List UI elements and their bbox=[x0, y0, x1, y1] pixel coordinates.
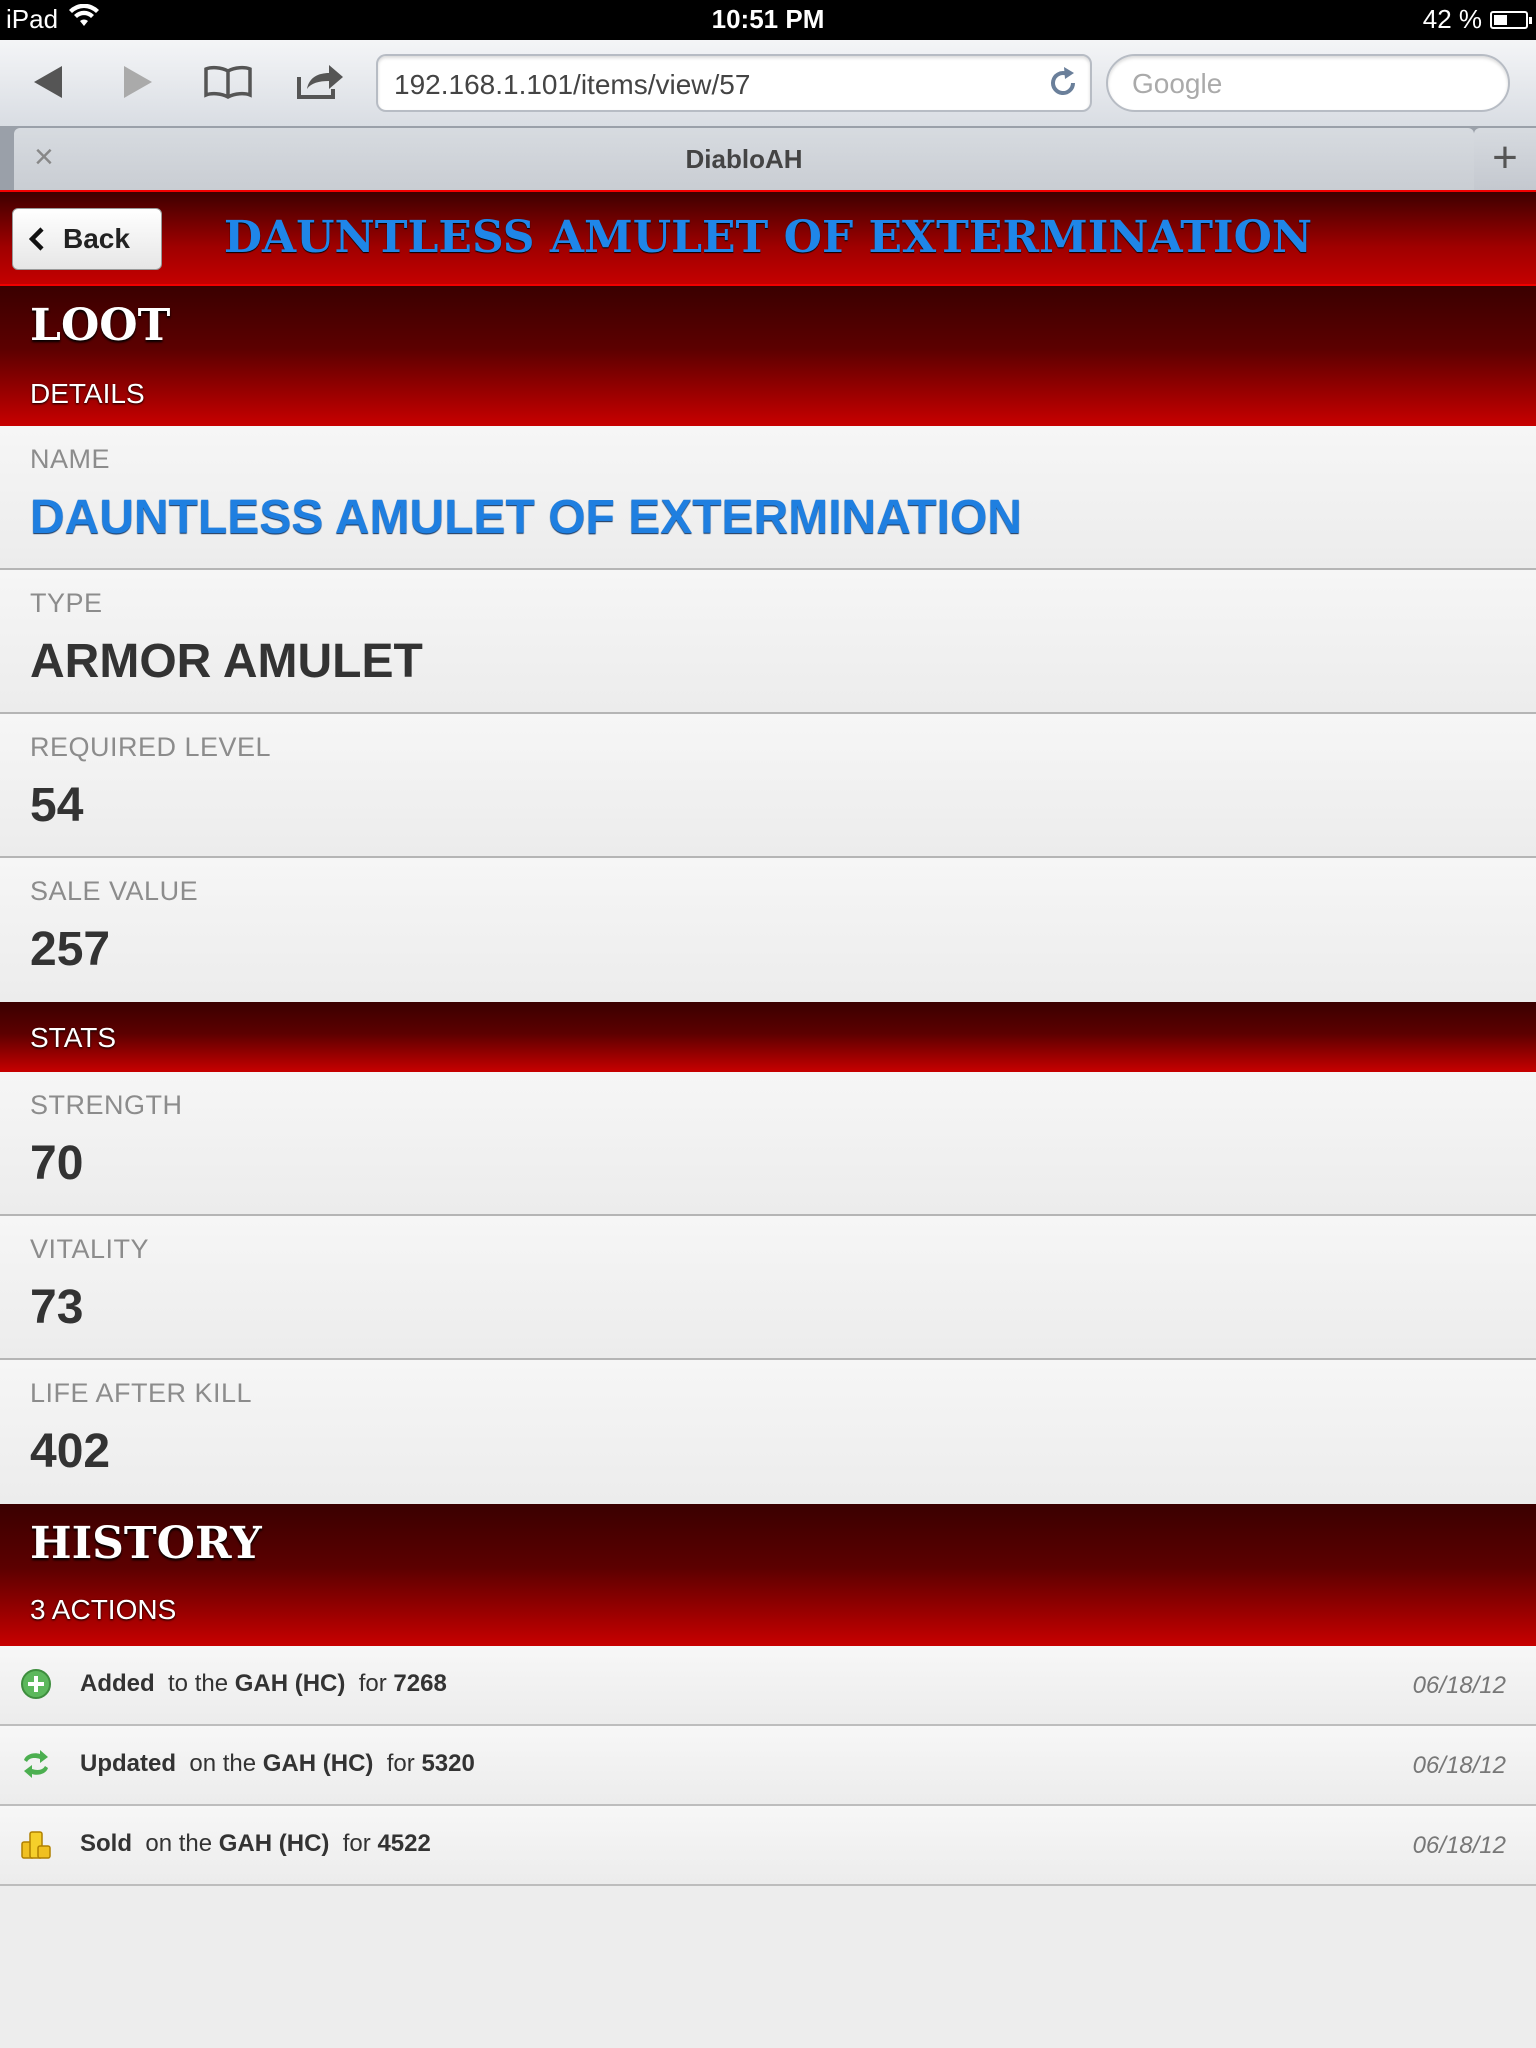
history-section-header: HISTORY 3 ACTIONS bbox=[0, 1504, 1536, 1646]
history-subtitle: 3 ACTIONS bbox=[30, 1594, 177, 1625]
stat-row-vitality: VITALITY 73 bbox=[0, 1216, 1536, 1360]
status-bar: iPad 10:51 PM 42 % bbox=[0, 0, 1536, 40]
page-header: Back DAUNTLESS AMULET OF EXTERMINATION bbox=[0, 190, 1536, 286]
back-arrow-icon bbox=[34, 66, 62, 98]
field-value: 402 bbox=[30, 1425, 111, 1478]
tab-bar: × DiabloAH + bbox=[0, 126, 1536, 190]
field-label: VITALITY bbox=[30, 1234, 150, 1264]
new-tab-button[interactable]: + bbox=[1474, 128, 1536, 190]
gold-coins-icon bbox=[20, 1828, 52, 1860]
url-text: 192.168.1.101/items/view/57 bbox=[394, 69, 751, 100]
field-value: 257 bbox=[30, 923, 111, 976]
field-label: LIFE AFTER KILL bbox=[30, 1378, 253, 1408]
forward-arrow-button[interactable] bbox=[108, 58, 168, 106]
field-value: 54 bbox=[30, 779, 84, 832]
status-right: 42 % bbox=[1422, 4, 1532, 35]
add-icon bbox=[20, 1668, 52, 1700]
detail-row-type: TYPE ARMOR AMULET bbox=[0, 570, 1536, 714]
stat-row-life-after-kill: LIFE AFTER KILL 402 bbox=[0, 1360, 1536, 1504]
detail-row-sale-value: SALE VALUE 257 bbox=[0, 858, 1536, 1002]
item-name-value: DAUNTLESS AMULET OF EXTERMINATION bbox=[30, 491, 1022, 544]
field-value: 70 bbox=[30, 1137, 84, 1190]
history-date: 06/18/12 bbox=[1412, 1752, 1506, 1779]
field-value: 73 bbox=[30, 1281, 84, 1334]
forward-arrow-icon bbox=[124, 66, 152, 98]
history-date: 06/18/12 bbox=[1412, 1672, 1506, 1699]
history-item: Sold on the GAH (HC) for 4522 06/18/12 bbox=[0, 1806, 1536, 1886]
history-text: Sold on the GAH (HC) for 4522 bbox=[80, 1830, 431, 1857]
stats-section-header: STATS bbox=[0, 1002, 1536, 1072]
battery-fill bbox=[1494, 14, 1507, 25]
status-time: 10:51 PM bbox=[711, 4, 825, 34]
update-icon bbox=[20, 1748, 52, 1780]
field-value: ARMOR AMULET bbox=[30, 635, 423, 688]
history-date: 06/18/12 bbox=[1412, 1832, 1506, 1859]
field-label: REQUIRED LEVEL bbox=[30, 732, 272, 762]
history-text: Updated on the GAH (HC) for 5320 bbox=[80, 1750, 475, 1777]
url-field[interactable]: 192.168.1.101/items/view/57 bbox=[376, 54, 1092, 112]
loot-title: LOOT bbox=[30, 300, 171, 351]
tab-title: DiabloAH bbox=[685, 144, 803, 174]
search-field[interactable] bbox=[1106, 54, 1510, 112]
loot-section-header: LOOT DETAILS bbox=[0, 286, 1536, 426]
details-subtitle: DETAILS bbox=[30, 378, 145, 409]
browser-toolbar: 192.168.1.101/items/view/57 bbox=[0, 40, 1536, 126]
history-item: Updated on the GAH (HC) for 5320 06/18/1… bbox=[0, 1726, 1536, 1806]
back-arrow-button[interactable] bbox=[18, 58, 78, 106]
field-label: TYPE bbox=[30, 588, 103, 618]
page-title: DAUNTLESS AMULET OF EXTERMINATION bbox=[223, 212, 1313, 263]
field-label: SALE VALUE bbox=[30, 876, 199, 906]
search-input[interactable] bbox=[1132, 68, 1492, 100]
history-title: HISTORY bbox=[30, 1518, 262, 1569]
history-text: Added to the GAH (HC) for 7268 bbox=[80, 1670, 447, 1697]
history-item: Added to the GAH (HC) for 7268 06/18/12 bbox=[0, 1646, 1536, 1726]
field-label: STRENGTH bbox=[30, 1090, 183, 1120]
book-icon bbox=[204, 65, 252, 99]
battery-icon bbox=[1490, 10, 1532, 29]
tab-diabloah[interactable]: × DiabloAH bbox=[14, 128, 1474, 190]
detail-row-name: NAME DAUNTLESS AMULET OF EXTERMINATION bbox=[0, 426, 1536, 570]
stat-row-strength: STRENGTH 70 bbox=[0, 1072, 1536, 1216]
field-label: NAME bbox=[30, 444, 111, 474]
share-button[interactable] bbox=[290, 58, 350, 106]
reload-icon[interactable] bbox=[1046, 66, 1080, 105]
share-icon bbox=[297, 65, 343, 99]
battery-percent: 42 % bbox=[1422, 4, 1482, 34]
stats-title: STATS bbox=[30, 1022, 117, 1053]
bookmarks-button[interactable] bbox=[198, 58, 258, 106]
detail-row-required-level: REQUIRED LEVEL 54 bbox=[0, 714, 1536, 858]
